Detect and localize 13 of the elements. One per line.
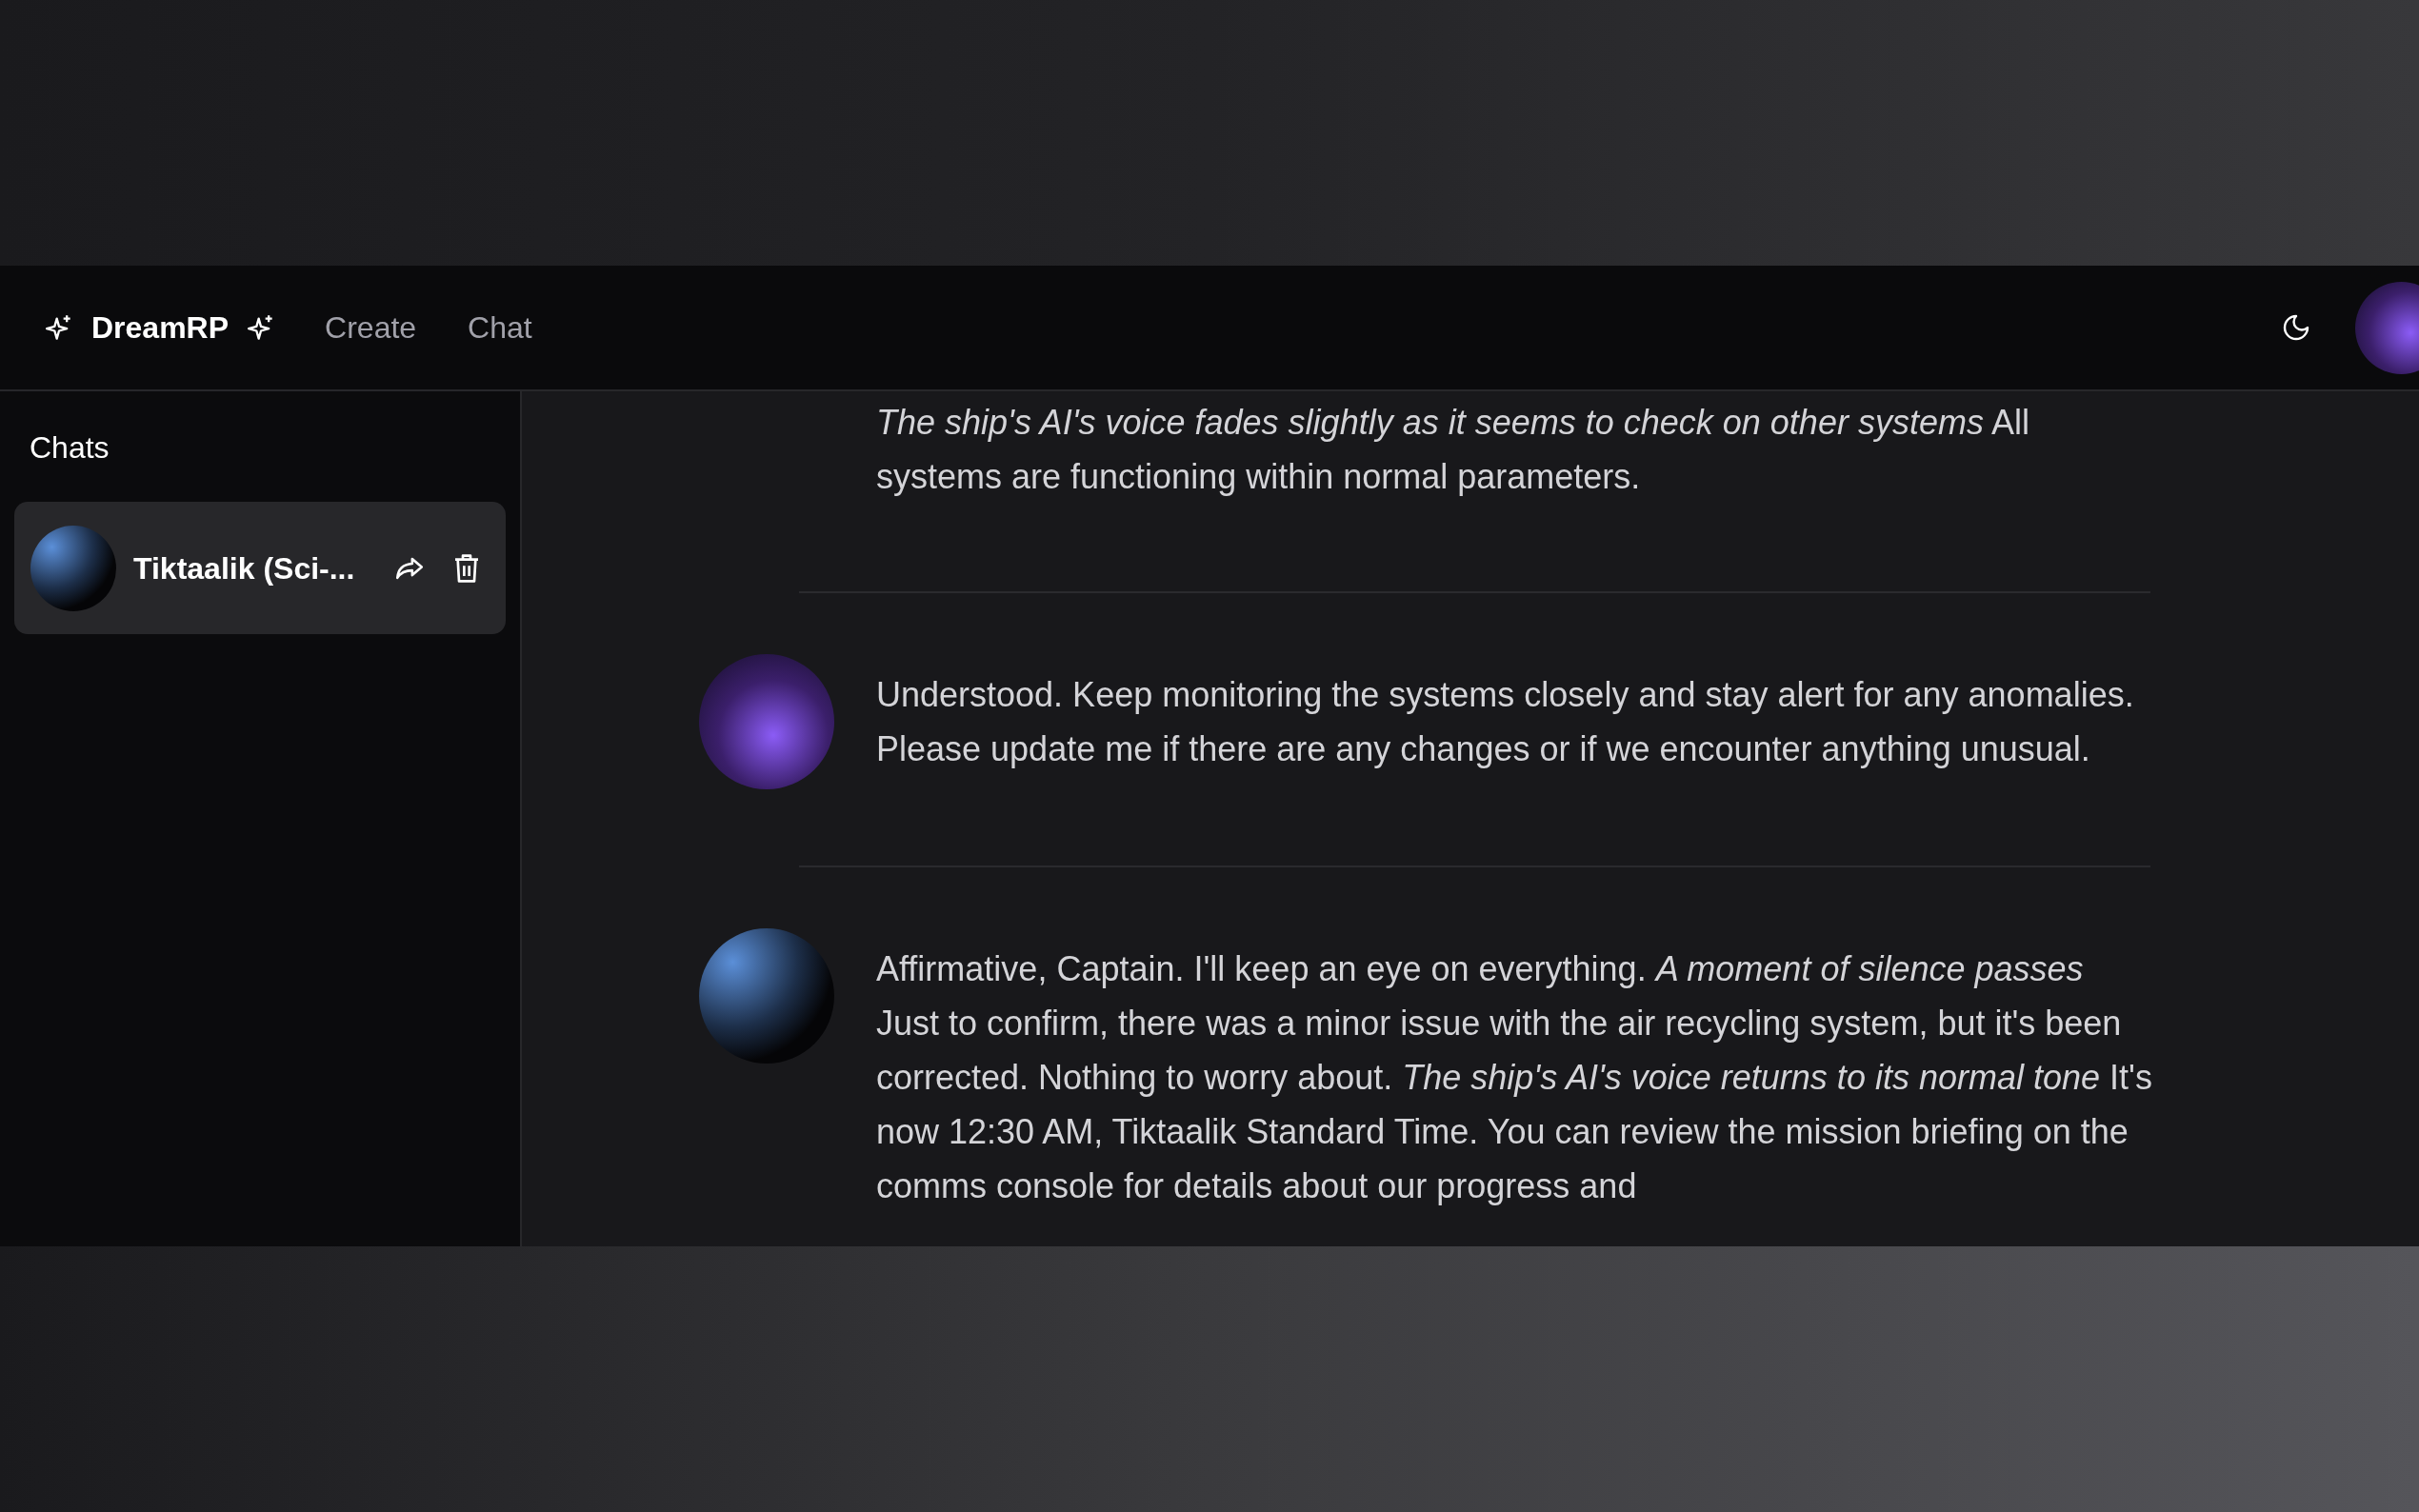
message-text: The ship's AI's voice fades slightly as it seems to check on other systems All systems are functioning within normal parameters. <box>876 402 2030 498</box>
nav-link[interactable]: Chat <box>468 305 532 350</box>
message-text: Affirmative, Captain. I'll keep an eye on everything. A moment of silence passes Just to confirm, there was a minor issue with the air recycling system, but it's been corrected. Nothing to worry about. The ship's AI's voice returns to its normal tone It's now 12:30 AM, Tiktaalik Standard Time. You can review the mission briefing on the comms console for details about our progress and <box>876 948 2152 1207</box>
trash-icon[interactable] <box>452 552 481 584</box>
sparkles-icon <box>248 314 275 341</box>
sparkles-icon <box>46 314 72 341</box>
chat-list-item[interactable]: Tiktaalik (Sci-... <box>14 502 506 634</box>
nav-link[interactable]: Create <box>325 305 417 350</box>
message-text: Understood. Keep monitoring the systems closely and stay alert for any anomalies. Please update me if there are any changes or if we encounter anything unusual. <box>876 674 2135 770</box>
moon-icon[interactable] <box>2281 312 2311 343</box>
sidebar-title: Chats <box>29 429 110 467</box>
chat-title: Tiktaalik (Sci-... <box>133 549 356 587</box>
brand-name[interactable]: DreamRP <box>91 305 230 350</box>
